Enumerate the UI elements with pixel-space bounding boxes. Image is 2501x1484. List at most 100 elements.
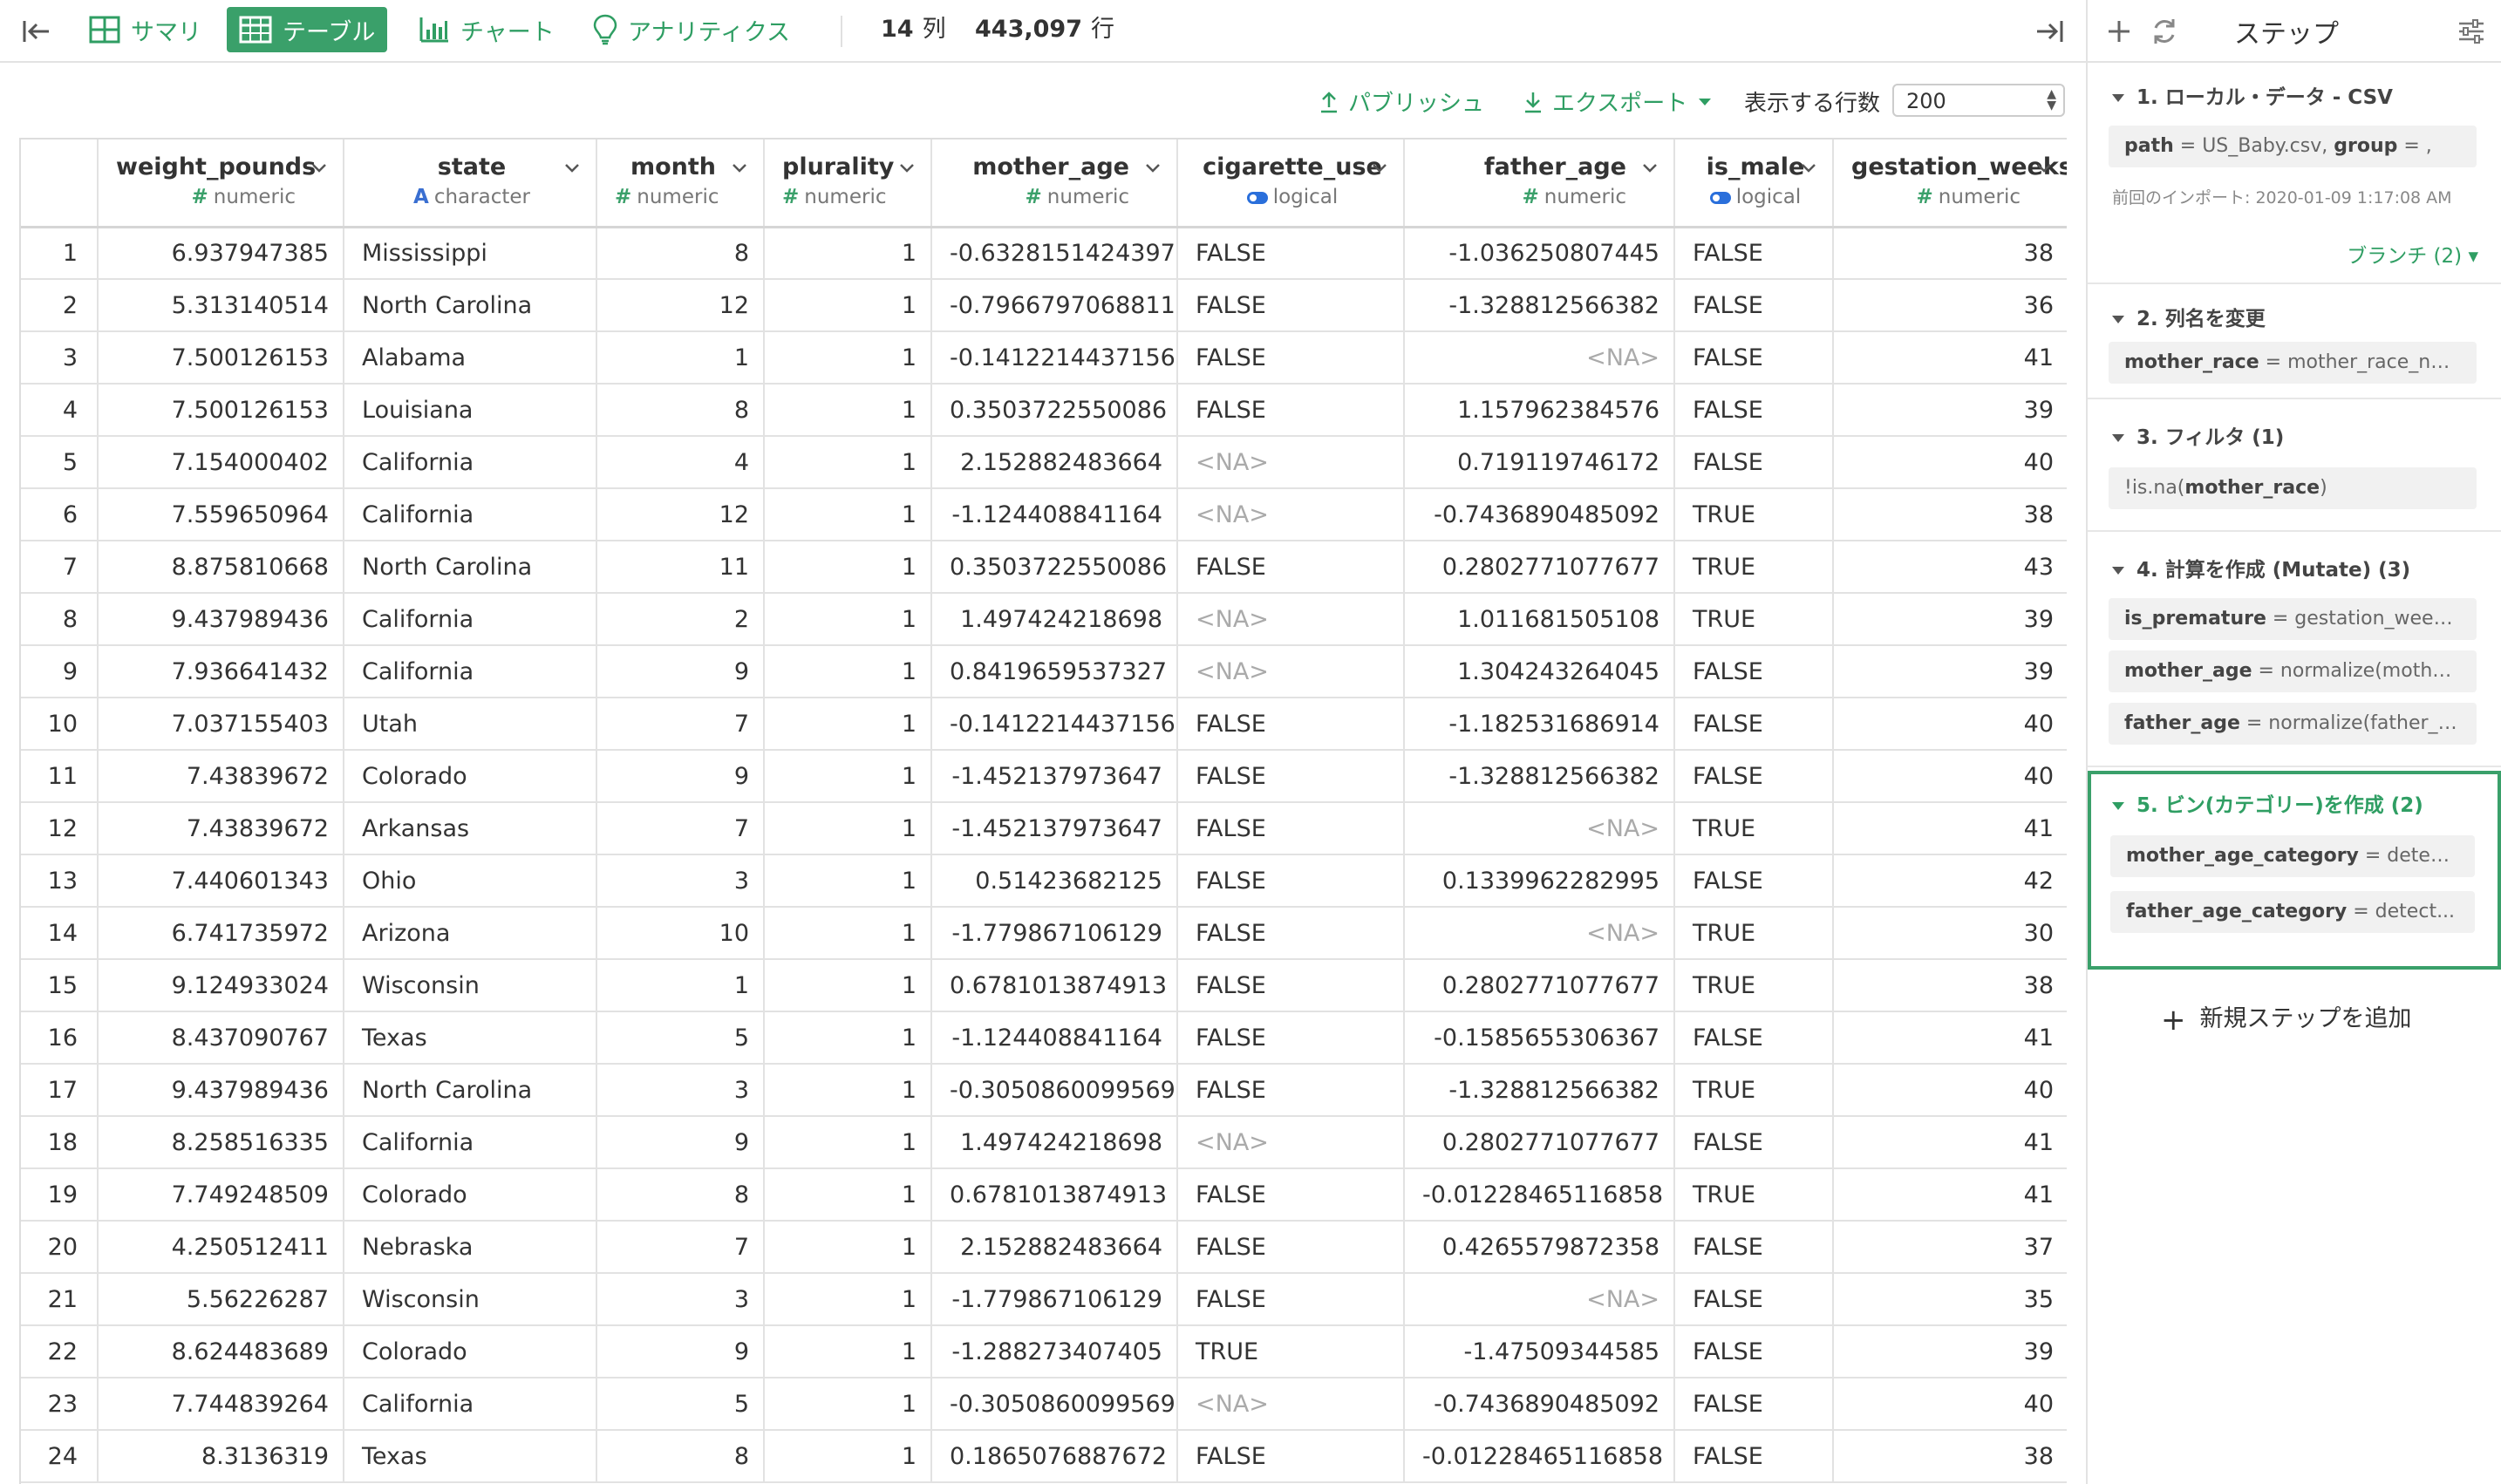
cell-weight-pounds: 7.43839672 [98,750,344,803]
cell-cigarette-use: FALSE [1177,698,1405,751]
cell-month: 7 [596,1221,765,1274]
column-header-state[interactable]: state Acharacter [344,140,597,228]
step-detail-pill[interactable]: father_age = normalize(father_a... [2109,703,2477,745]
step-title-text: 4. 計算を作成 (Mutate) (3) [2136,559,2411,582]
add-new-step-label: 新規ステップを追加 [2199,1005,2412,1032]
column-header-is-male[interactable]: is_male logical [1674,140,1834,228]
tab-table[interactable]: テーブル [227,7,388,52]
chevron-down-icon[interactable] [2034,159,2054,178]
collapse-left-icon[interactable] [19,14,54,49]
cell-gestation-weeks: 37 [1833,1221,2067,1274]
settings-sliders-icon[interactable] [2456,16,2487,47]
cell-mother-age: -1.779867106129 [931,907,1178,960]
column-header-mother-age[interactable]: mother_age # numeric [931,140,1178,228]
step-rename-columns[interactable]: 2. 列名を変更 mother_race = mother_race_name.… [2088,284,2501,399]
chevron-down-icon[interactable] [1640,159,1659,178]
cell-plurality: 1 [764,384,932,437]
cell-is-male: TRUE [1674,907,1834,960]
cell-state: California [344,593,597,646]
column-header-month[interactable]: month # numeric [596,140,765,228]
cell-month: 12 [596,279,765,332]
tab-analytics[interactable]: アナリティクス [581,7,802,52]
row-number: 13 [21,854,99,908]
step-detail-pill[interactable]: is_premature = gestation_week... [2109,598,2477,640]
cell-cigarette-use: <NA> [1177,1116,1405,1169]
chevron-down-icon[interactable] [1370,159,1389,178]
cell-state: Texas [344,1011,597,1065]
cell-mother-age: -0.3050860099569 [931,1378,1178,1431]
column-header-gestation-weeks[interactable]: gestation_weeks # numeric [1833,140,2067,228]
step-detail-pill[interactable]: mother_age = normalize(mothe... [2109,650,2477,692]
header-row: weight_pounds # numeric state Acharacter mont… [21,140,2067,228]
table-row: 20 4.250512411 Nebraska 7 1 2.152882483664 FAL… [21,1221,2067,1274]
step-detail-pill[interactable]: !is.na(mother_race) [2109,467,2477,509]
row-number: 21 [21,1273,99,1326]
publish-button[interactable]: パブリッシュ [1319,85,1484,118]
cell-plurality: 1 [764,802,932,855]
numeric-type-icon: # [782,186,800,208]
column-name: weight_pounds [116,153,317,180]
column-header-father-age[interactable]: father_age # numeric [1404,140,1675,228]
step-detail-pill[interactable]: mother_race = mother_race_name... [2109,342,2477,384]
cell-gestation-weeks: 42 [1833,854,2067,908]
logical-type-icon [1709,191,1731,204]
export-dropdown[interactable]: エクスポート [1523,85,1722,118]
chevron-down-icon[interactable] [730,159,749,178]
cell-mother-age: -1.779867106129 [931,1273,1178,1326]
step-title: 4. 計算を作成 (Mutate) (3) [2112,553,2410,582]
step-detail-pill[interactable]: mother_age_category = detec... [2110,835,2475,877]
cell-mother-age: -1.124408841164 [931,1011,1178,1065]
cell-state: North Carolina [344,541,597,594]
chevron-down-icon[interactable] [310,159,329,178]
cell-gestation-weeks: 39 [1833,645,2067,698]
rows-to-show-select[interactable]: 200 ▲ ▼ [1892,84,2065,117]
chevron-down-icon[interactable] [1799,159,1818,178]
step-local-data-csv[interactable]: 1. ローカル・データ - CSV path = US_Baby.csv, gr… [2088,65,2501,284]
column-name: mother_age [972,153,1129,180]
cell-plurality: 1 [764,959,932,1012]
row-number: 15 [21,959,99,1012]
step-detail-pill[interactable]: father_age_category = detect... [2110,891,2475,933]
cell-gestation-weeks: 41 [1833,1168,2067,1222]
step-filter[interactable]: 3. フィルタ (1) !is.na(mother_race) [2088,399,2501,532]
cell-mother-age: 0.6781013874913 [931,1168,1178,1222]
param-value: = gestation_week... [2266,608,2464,630]
cell-mother-age: -1.288273407405 [931,1325,1178,1378]
row-number: 10 [21,698,99,751]
column-header-cigarette-use[interactable]: cigarette_use logical [1177,140,1405,228]
chevron-down-icon[interactable] [1143,159,1162,178]
refresh-icon[interactable] [2149,16,2180,47]
publish-label: パブリッシュ [1348,91,1485,117]
tab-summary[interactable]: サマリ [77,7,214,52]
cell-father-age: 0.1339962282995 [1404,854,1675,908]
cell-mother-age: 0.1865076887672 [931,1430,1178,1483]
cell-father-age: -1.47509344585 [1404,1325,1675,1378]
tab-chart[interactable]: チャート [406,7,567,52]
cell-state: Arkansas [344,802,597,855]
branch-dropdown[interactable]: ブランチ (2) ▾ [2347,239,2478,269]
table-row: 23 7.744839264 California 5 1 -0.305086009956… [21,1378,2067,1431]
cell-is-male: FALSE [1674,698,1834,751]
row-number: 16 [21,1011,99,1065]
cell-is-male: FALSE [1674,854,1834,908]
cell-cigarette-use: FALSE [1177,1011,1405,1065]
numeric-type-icon: # [1916,186,1933,208]
add-new-step-button[interactable]: + 新規ステップを追加 [2161,999,2412,1038]
param-key: mother_age_category [2126,845,2359,867]
cell-cigarette-use: <NA> [1177,436,1405,489]
step-create-bins[interactable]: 5. ビン(カテゴリー)を作成 (2) mother_age_category … [2088,771,2501,970]
cell-gestation-weeks: 41 [1833,802,2067,855]
column-header-weight-pounds[interactable]: weight_pounds # numeric [98,140,344,228]
chevron-down-icon[interactable] [897,159,917,178]
chevron-down-icon[interactable] [562,159,582,178]
cell-mother-age: -1.124408841164 [931,488,1178,541]
plus-icon[interactable] [2103,16,2135,47]
step-mutate[interactable]: 4. 計算を作成 (Mutate) (3) is_premature = ges… [2088,532,2501,767]
cell-mother-age: 1.497424218698 [931,593,1178,646]
cell-mother-age: -0.1412214437156 [931,698,1178,751]
cell-state: Louisiana [344,384,597,437]
column-header-plurality[interactable]: plurality # numeric [764,140,932,228]
cell-state: Ohio [344,854,597,908]
collapse-right-icon[interactable] [2032,14,2067,49]
step-detail-pill[interactable]: path = US_Baby.csv, group = , [2109,126,2477,167]
